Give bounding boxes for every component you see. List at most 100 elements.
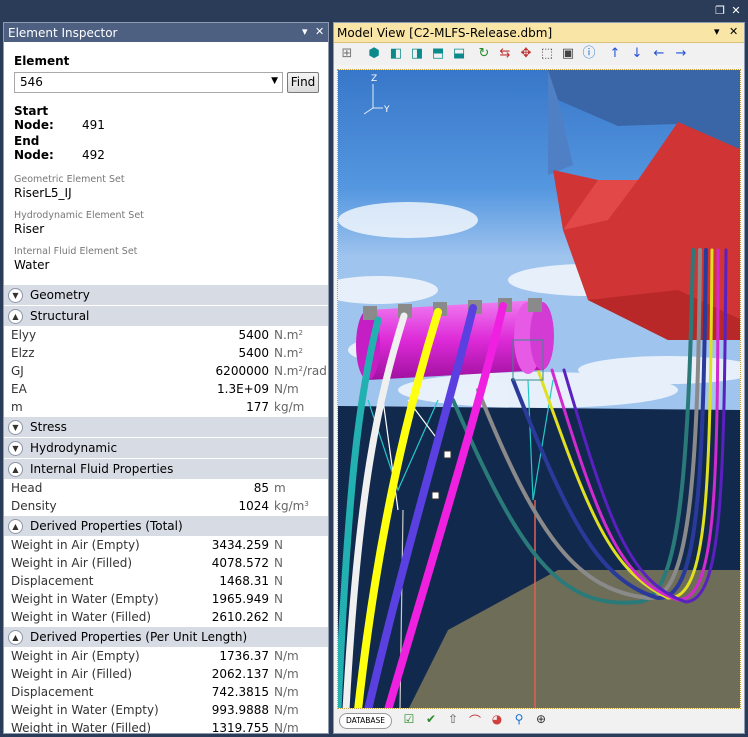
close-panel-icon[interactable]: ✕ [315, 25, 324, 38]
model-view-bottom-toolbar: DATABASE ☑ ✔ ⇧ ⌒ ◕ ⚲ ⊕ [334, 709, 744, 733]
close-icon[interactable]: ✕ [730, 5, 742, 17]
move-icon[interactable]: ✥ [518, 46, 534, 62]
zoom-box-icon[interactable]: ⬚ [539, 46, 555, 62]
property-row: Weight in Water (Empty) 1965.949 N [4, 590, 328, 608]
property-unit: kg/m [274, 400, 305, 414]
expand-icon[interactable]: ▼ [8, 440, 23, 456]
check-icon[interactable]: ☑ [401, 712, 417, 726]
collapse-icon[interactable]: ▲ [8, 629, 23, 645]
property-row: Weight in Air (Empty) 3434.259 N [4, 536, 328, 554]
section-structural[interactable]: ▲ Structural [4, 305, 328, 326]
database-button[interactable]: DATABASE [339, 713, 392, 729]
property-value: 177 [246, 400, 269, 414]
start-node-label: Start Node: [14, 104, 54, 132]
property-value: 6200000 [215, 364, 269, 378]
grid-icon[interactable]: ⊞ [339, 46, 355, 62]
section-geometry[interactable]: ▼ Geometry [4, 284, 328, 305]
property-unit: N [274, 574, 283, 588]
end-node-value: 492 [82, 148, 105, 162]
property-row: Elyy 5400 N.m2 [4, 326, 328, 344]
dropdown-menu-icon[interactable]: ▾ [302, 25, 308, 38]
property-value: 85 [253, 481, 269, 495]
3d-viewport[interactable]: Z Y [337, 69, 741, 709]
collapse-icon[interactable]: ▲ [8, 308, 23, 324]
color-wheel-icon[interactable]: ◕ [489, 712, 505, 726]
panel-title: Element Inspector [8, 26, 118, 40]
property-name: Elyy [11, 328, 37, 342]
property-unit: N/m [274, 667, 299, 681]
section-internal-fluid[interactable]: ▲ Internal Fluid Properties [4, 458, 328, 479]
hydrodynamic-set-label: Hydrodynamic Element Set [14, 210, 144, 221]
element-select-value: 546 [20, 75, 43, 89]
restore-icon[interactable]: ❐ [714, 5, 726, 17]
arrow-right-icon[interactable]: → [673, 46, 689, 62]
property-value: 1468.31 [219, 574, 269, 588]
section-title: Structural [30, 309, 90, 323]
check-all-icon[interactable]: ✔ [423, 712, 439, 726]
property-name: Elzz [11, 346, 35, 360]
element-select[interactable]: 546 ▼ [14, 72, 283, 93]
property-row: Displacement 742.3815 N/m [4, 683, 328, 701]
property-unit: N [274, 538, 283, 552]
dropdown-menu-icon[interactable]: ▾ [714, 25, 720, 38]
end-node-label: End Node: [14, 134, 54, 162]
section-hydrodynamic[interactable]: ▼ Hydrodynamic [4, 437, 328, 458]
end-node-row: End Node: 492 [14, 134, 328, 162]
chevron-down-icon: ▼ [271, 76, 278, 86]
property-name: Weight in Water (Empty) [11, 592, 159, 606]
property-row: Density 1024 kg/m3 [4, 497, 328, 515]
view-iso-icon[interactable]: ⬢ [366, 46, 382, 62]
property-row: GJ 6200000 N.m2/rad [4, 362, 328, 380]
property-name: Displacement [11, 574, 94, 588]
property-value: 3434.259 [211, 538, 269, 552]
element-label: Element [14, 54, 70, 68]
model-view-panel: Model View [C2-MLFS-Release.dbm] ▾ ✕ ⊞ ⬢… [333, 22, 745, 734]
pan-icon[interactable]: ⇆ [497, 46, 513, 62]
structural-properties: Elyy 5400 N.m2 Elzz 5400 N.m2 GJ 6200000 N.m2/ra… [4, 326, 328, 416]
arrow-left-icon[interactable]: ← [651, 46, 667, 62]
property-row: EA 1.3E+09 N/m [4, 380, 328, 398]
scene-canvas: Z Y [338, 70, 740, 708]
find-button[interactable]: Find [287, 72, 319, 93]
property-value: 1736.37 [219, 649, 269, 663]
property-row: Displacement 1468.31 N [4, 572, 328, 590]
collapse-icon[interactable]: ▲ [8, 518, 23, 534]
arrow-up-icon[interactable]: ↑ [607, 46, 623, 62]
property-row: Weight in Air (Filled) 4078.572 N [4, 554, 328, 572]
add-search-icon[interactable]: ⊕ [533, 712, 549, 726]
view-top-icon[interactable]: ⬒ [430, 46, 446, 62]
property-name: Weight in Water (Empty) [11, 703, 159, 717]
property-value: 4078.572 [211, 556, 269, 570]
section-derived-total[interactable]: ▲ Derived Properties (Total) [4, 515, 328, 536]
property-row: Weight in Water (Filled) 1319.755 N/m [4, 719, 328, 733]
window-top-bar: ❐ ✕ [0, 0, 748, 22]
arrow-down-icon[interactable]: ↓ [629, 46, 645, 62]
property-row: Head 85 m [4, 479, 328, 497]
section-stress[interactable]: ▼ Stress [4, 416, 328, 437]
section-title: Internal Fluid Properties [30, 462, 174, 476]
property-row: Weight in Air (Filled) 2062.137 N/m [4, 665, 328, 683]
derived-per-length-properties: Weight in Air (Empty) 1736.37 N/m Weight in… [4, 647, 328, 733]
upload-icon[interactable]: ⇧ [445, 712, 461, 726]
property-unit: N.m2/rad [274, 364, 327, 378]
search-icon[interactable]: ⚲ [511, 712, 527, 726]
camera-icon[interactable]: ▣ [560, 46, 576, 62]
expand-icon[interactable]: ▼ [8, 287, 23, 303]
view-front-icon[interactable]: ◧ [388, 46, 404, 62]
rotate-icon[interactable]: ↻ [476, 46, 492, 62]
collapse-icon[interactable]: ▲ [8, 461, 23, 477]
section-title: Derived Properties (Per Unit Length) [30, 630, 248, 644]
property-name: Weight in Air (Filled) [11, 667, 133, 681]
view-back-icon[interactable]: ⬓ [451, 46, 467, 62]
property-row: Weight in Air (Empty) 1736.37 N/m [4, 647, 328, 665]
info-icon[interactable]: ⓘ [581, 46, 597, 62]
view-side-icon[interactable]: ◨ [409, 46, 425, 62]
property-name: m [11, 400, 23, 414]
property-unit: m [274, 481, 286, 495]
section-derived-per-length[interactable]: ▲ Derived Properties (Per Unit Length) [4, 626, 328, 647]
expand-icon[interactable]: ▼ [8, 419, 23, 435]
model-view-title-bar: Model View [C2-MLFS-Release.dbm] ▾ ✕ [334, 23, 744, 43]
curve-icon[interactable]: ⌒ [467, 712, 483, 729]
close-panel-icon[interactable]: ✕ [729, 25, 738, 38]
property-value: 2062.137 [211, 667, 269, 681]
